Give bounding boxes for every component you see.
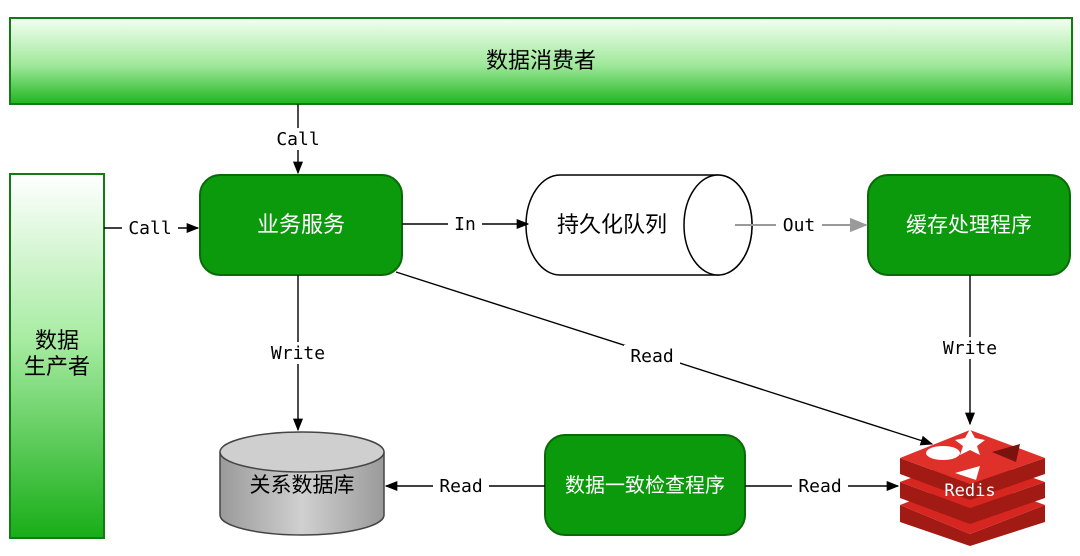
cache-processor-node: 缓存处理程序 — [867, 174, 1071, 276]
edge-service-write: Write — [264, 275, 332, 432]
redis-label: Redis — [944, 481, 995, 501]
queue-label: 持久化队列 — [557, 213, 667, 238]
edge-label-checker-read-db: Read — [439, 476, 482, 497]
consumer-bar: 数据消费者 — [9, 17, 1073, 105]
consistency-checker-label: 数据一致检查程序 — [565, 473, 725, 497]
consumer-label: 数据消费者 — [486, 49, 596, 74]
edge-queue-out: Out — [735, 214, 868, 236]
producer-bar: 数据 生产者 — [9, 173, 105, 539]
edge-producer-call: Call — [104, 217, 200, 239]
edge-checker-read-redis: Read — [745, 475, 900, 497]
redis-icon: Redis — [900, 429, 1045, 546]
edge-label-queue-in: In — [454, 214, 476, 235]
edge-label-service-write: Write — [271, 343, 325, 364]
business-service-label: 业务服务 — [257, 213, 345, 238]
edge-label-consumer-call: Call — [276, 129, 319, 150]
persistent-queue-node: 持久化队列 — [525, 174, 753, 276]
cache-processor-label: 缓存处理程序 — [906, 213, 1032, 237]
edge-checker-read-db: Read — [384, 475, 545, 497]
consistency-checker-node: 数据一致检查程序 — [544, 434, 746, 536]
edge-cache-write: Write — [936, 275, 1004, 426]
edge-consumer-call: Call — [270, 104, 326, 175]
producer-label-line2: 生产者 — [24, 355, 90, 380]
database-label: 关系数据库 — [250, 473, 355, 497]
business-service-node: 业务服务 — [199, 174, 403, 276]
edge-label-producer-call: Call — [128, 218, 171, 239]
edge-service-read: Read — [395, 271, 934, 446]
edge-label-cache-write: Write — [943, 338, 997, 359]
edge-queue-in: In — [402, 213, 530, 235]
edge-label-queue-out: Out — [783, 215, 816, 236]
producer-label-line1: 数据 — [35, 329, 79, 354]
architecture-diagram: 数据消费者 数据 生产者 业务服务 持久化队列 缓存处理程序 关系数据库 数据一… — [9, 17, 1073, 546]
edge-label-checker-read-redis: Read — [798, 476, 841, 497]
edge-label-service-read: Read — [630, 346, 673, 367]
relational-database-node: 关系数据库 — [219, 431, 385, 536]
